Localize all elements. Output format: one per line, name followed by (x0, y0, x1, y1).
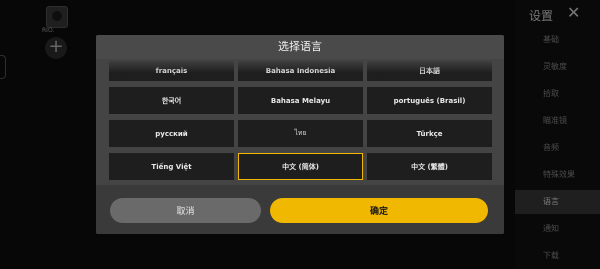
cancel-button[interactable]: 取消 (110, 198, 261, 223)
language-option[interactable]: русский (109, 120, 234, 147)
language-option[interactable]: français (109, 61, 234, 81)
language-option[interactable]: 한국어 (109, 87, 234, 114)
dialog-title: 选择语言 (96, 35, 504, 59)
language-dialog: 选择语言 français Bahasa Indonesia 日本語 한국어 Bahas… (96, 35, 504, 234)
language-grid: français Bahasa Indonesia 日本語 한국어 Bahasa Mel… (109, 61, 492, 180)
language-option[interactable]: Bahasa Melayu (238, 87, 363, 114)
language-option[interactable]: Bahasa Indonesia (238, 61, 363, 81)
language-option[interactable]: 中文 (繁體) (367, 153, 492, 180)
dialog-footer: 取消 确定 (96, 185, 504, 234)
confirm-button[interactable]: 确定 (270, 198, 488, 223)
language-option[interactable]: Tiếng Việt (109, 153, 234, 180)
language-option[interactable]: ไทย (238, 120, 363, 147)
language-option-selected[interactable]: 中文 (简体) (238, 153, 363, 180)
language-option[interactable]: 日本語 (367, 61, 492, 81)
language-option[interactable]: português (Brasil) (367, 87, 492, 114)
language-option[interactable]: Türkçe (367, 120, 492, 147)
